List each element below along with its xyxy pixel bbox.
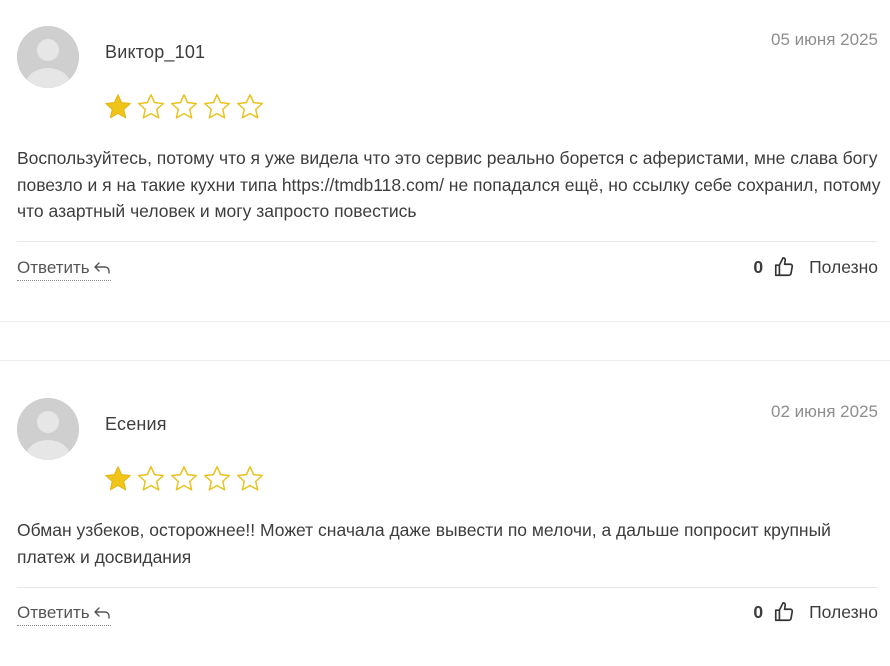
useful-block: 0 Полезно [753, 256, 878, 278]
star-icon [103, 464, 133, 494]
section-divider [0, 321, 890, 322]
section-divider [0, 360, 890, 361]
reply-link[interactable]: Ответить [17, 258, 111, 281]
thumbs-up-icon[interactable] [773, 601, 795, 623]
useful-count: 0 [753, 256, 764, 277]
review-author: Виктор_101 [105, 42, 206, 62]
star-icon [103, 92, 133, 122]
user-avatar-icon [17, 398, 79, 460]
star-icon [136, 464, 166, 494]
review-date: 02 июня 2025 [770, 402, 878, 421]
reply-label: Ответить [17, 603, 90, 622]
review-text: Воспользуйтесь, потому что я уже видела … [17, 148, 881, 221]
star-icon [202, 464, 232, 494]
thumbs-up-icon[interactable] [773, 256, 795, 278]
avatar [17, 398, 79, 460]
rating-stars [103, 92, 265, 122]
useful-label[interactable]: Полезно [809, 257, 878, 278]
avatar [17, 26, 79, 88]
reply-arrow-icon [93, 606, 111, 620]
star-icon [235, 464, 265, 494]
useful-count: 0 [753, 601, 764, 622]
reply-arrow-icon [93, 261, 111, 275]
rating-stars [103, 464, 265, 494]
review-text: Обман узбеков, осторожнее!! Может сначал… [17, 520, 831, 567]
user-avatar-icon [17, 26, 79, 88]
reply-link[interactable]: Ответить [17, 603, 111, 626]
star-icon [202, 92, 232, 122]
divider [17, 587, 877, 588]
useful-label[interactable]: Полезно [809, 602, 878, 623]
review-date: 05 июня 2025 [770, 30, 878, 49]
review-author: Есения [105, 414, 167, 434]
star-icon [169, 464, 199, 494]
useful-block: 0 Полезно [753, 601, 878, 623]
divider [17, 241, 877, 242]
star-icon [169, 92, 199, 122]
reply-label: Ответить [17, 258, 90, 277]
star-icon [235, 92, 265, 122]
star-icon [136, 92, 166, 122]
